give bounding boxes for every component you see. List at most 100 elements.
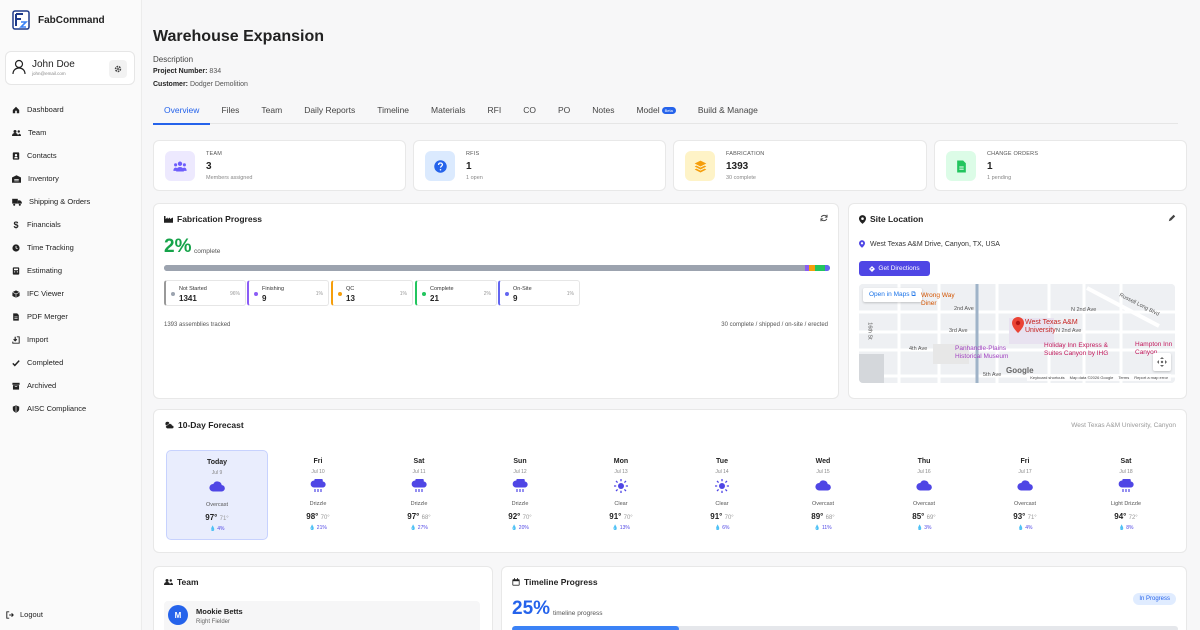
day-date: Jul 16 bbox=[917, 469, 931, 475]
stat-card-team[interactable]: TEAM 3 Members assigned bbox=[153, 140, 406, 191]
sidebar-item-time-tracking[interactable]: Time Tracking bbox=[0, 236, 142, 259]
map-pin-icon bbox=[859, 240, 865, 248]
temp-low: 70° bbox=[623, 515, 633, 521]
precip-value: 4% bbox=[217, 526, 225, 532]
day-precip: 💧 6% bbox=[714, 525, 730, 531]
sidebar-item-inventory[interactable]: Inventory bbox=[0, 167, 142, 190]
completion-summary: 30 complete / shipped / on-site / erecte… bbox=[721, 322, 828, 328]
forecast-day[interactable]: Mon Jul 13 Clear 91° 70° 💧 13% bbox=[570, 450, 672, 540]
sidebar-item-financials[interactable]: $ Financials bbox=[0, 213, 142, 236]
attribution-terms[interactable]: Terms bbox=[1118, 375, 1129, 380]
avatar: M bbox=[168, 605, 188, 625]
forecast-day[interactable]: Today Jul 9 Overcast 97° 71° 💧 4% bbox=[166, 450, 268, 540]
sidebar-item-shipping-orders[interactable]: Shipping & Orders bbox=[0, 190, 142, 213]
user-name: John Doe bbox=[32, 59, 75, 70]
truck-icon bbox=[12, 198, 22, 206]
map-pin-icon bbox=[859, 214, 866, 224]
sidebar-item-archived[interactable]: Archived bbox=[0, 374, 142, 397]
map-street-label: N 2nd Ave bbox=[1071, 307, 1097, 313]
logout-button[interactable]: Logout bbox=[6, 610, 43, 619]
timeline-title-text: Timeline Progress bbox=[524, 577, 598, 587]
stat-card-fabrication[interactable]: FABRICATION 1393 30 complete bbox=[673, 140, 927, 191]
forecast-day[interactable]: Tue Jul 14 Clear 91° 70° 💧 6% bbox=[671, 450, 773, 540]
forecast-day[interactable]: Sat Jul 11 Drizzle 97° 68° 💧 27% bbox=[368, 450, 470, 540]
day-date: Jul 17 bbox=[1018, 469, 1032, 475]
cloud-icon bbox=[167, 480, 267, 492]
sidebar-item-contacts[interactable]: Contacts bbox=[0, 144, 142, 167]
sidebar-item-team[interactable]: Team bbox=[0, 121, 142, 144]
sidebar-item-estimating[interactable]: Estimating bbox=[0, 259, 142, 282]
timeline-percent-label: timeline progress bbox=[553, 610, 603, 617]
day-name: Sat bbox=[1120, 458, 1132, 465]
stat-card-change-orders[interactable]: CHANGE ORDERS 1 1 pending bbox=[934, 140, 1187, 191]
gear-icon bbox=[114, 65, 122, 73]
tab-timeline[interactable]: Timeline bbox=[366, 98, 420, 124]
precip-value: 20% bbox=[518, 525, 529, 531]
sidebar-item-dashboard[interactable]: Dashboard bbox=[0, 98, 142, 121]
forecast-day[interactable]: Wed Jul 15 Overcast 89° 68° 💧 11% bbox=[772, 450, 874, 540]
attribution-shortcuts[interactable]: Keyboard shortcuts bbox=[1030, 375, 1064, 380]
sidebar-item-label: Estimating bbox=[27, 266, 63, 275]
tab-materials[interactable]: Materials bbox=[420, 98, 476, 124]
sun-icon bbox=[671, 479, 773, 493]
user-card[interactable]: John Doe john@email.com bbox=[5, 51, 135, 85]
site-map[interactable]: Open in Maps ⧉ West Texas A&M University… bbox=[859, 284, 1175, 383]
tab-overview[interactable]: Overview bbox=[153, 98, 211, 125]
day-precip: 💧 8% bbox=[1118, 525, 1134, 531]
progress-segment bbox=[825, 265, 830, 271]
map-street-label: 4th Ave bbox=[909, 346, 928, 352]
stage-complete: Complete 21 2% bbox=[415, 280, 497, 306]
team-member-row[interactable]: M Mookie Betts Right Fielder bbox=[164, 601, 480, 630]
edit-icon[interactable] bbox=[1168, 214, 1176, 222]
stat-label: TEAM bbox=[206, 151, 223, 157]
users-icon bbox=[173, 161, 187, 171]
forecast-day[interactable]: Thu Jul 16 Overcast 85° 69° 💧 3% bbox=[873, 450, 975, 540]
day-temps: 92° 70° bbox=[469, 512, 571, 521]
get-directions-button[interactable]: Get Directions bbox=[859, 261, 930, 276]
main-content: Warehouse Expansion Description Project … bbox=[143, 0, 1200, 630]
sidebar-item-completed[interactable]: Completed bbox=[0, 351, 142, 374]
attribution-report[interactable]: Report a map error bbox=[1134, 375, 1168, 380]
forecast-title-text: 10-Day Forecast bbox=[178, 420, 244, 430]
tab-team[interactable]: Team bbox=[250, 98, 293, 124]
sidebar-item-label: Shipping & Orders bbox=[29, 197, 91, 206]
app-logo[interactable]: FabCommand bbox=[12, 10, 105, 30]
stat-card-rfis[interactable]: RFIS 1 1 open bbox=[413, 140, 666, 191]
forecast-day[interactable]: Fri Jul 17 Overcast 93° 71° 💧 4% bbox=[974, 450, 1076, 540]
day-name: Today bbox=[206, 459, 228, 466]
forecast-location: West Texas A&M University, Canyon bbox=[1071, 422, 1176, 429]
sidebar-item-aisc-compliance[interactable]: AISC Compliance bbox=[0, 397, 142, 420]
day-precip: 💧 4% bbox=[1017, 525, 1033, 531]
open-in-maps-link[interactable]: Open in Maps ⧉ bbox=[863, 288, 922, 302]
stage-value: 9 bbox=[262, 294, 267, 303]
settings-button[interactable] bbox=[109, 60, 127, 78]
precip-value: 8% bbox=[1126, 525, 1134, 531]
sidebar-item-import[interactable]: Import bbox=[0, 328, 142, 351]
day-temps: 98° 70° bbox=[267, 512, 369, 521]
map-zoom-control[interactable] bbox=[1153, 353, 1171, 371]
tab-co[interactable]: CO bbox=[512, 98, 547, 124]
refresh-icon[interactable] bbox=[820, 214, 828, 222]
temp-low: 71° bbox=[1027, 515, 1037, 521]
assemblies-tracked: 1393 assemblies tracked bbox=[164, 322, 231, 328]
stage-label: Finishing bbox=[262, 286, 285, 292]
tab-files[interactable]: Files bbox=[210, 98, 250, 124]
sidebar-item-ifc-viewer[interactable]: IFC Viewer bbox=[0, 282, 142, 305]
forecast-day[interactable]: Sat Jul 18 Light Drizzle 94° 72° 💧 8% bbox=[1075, 450, 1177, 540]
tab-rfi[interactable]: RFI bbox=[477, 98, 513, 124]
day-date: Jul 13 bbox=[614, 469, 628, 475]
stat-label: FABRICATION bbox=[726, 151, 765, 157]
tab-notes[interactable]: Notes bbox=[581, 98, 625, 124]
sidebar-item-pdf-merger[interactable]: PDF Merger bbox=[0, 305, 142, 328]
day-name: Tue bbox=[716, 458, 728, 465]
forecast-day[interactable]: Fri Jul 10 Drizzle 98° 70° 💧 21% bbox=[267, 450, 369, 540]
stage-percent: 96% bbox=[229, 291, 240, 297]
project-number: Project Number: 834 bbox=[153, 68, 221, 75]
forecast-day[interactable]: Sun Jul 12 Drizzle 92° 70° 💧 20% bbox=[469, 450, 571, 540]
tab-daily-reports[interactable]: Daily Reports bbox=[293, 98, 366, 124]
stage-value: 21 bbox=[430, 294, 439, 303]
sidebar-item-label: Completed bbox=[27, 358, 64, 367]
tab-po[interactable]: PO bbox=[547, 98, 581, 124]
tab-build-manage[interactable]: Build & Manage bbox=[687, 98, 769, 124]
tab-model[interactable]: Model Beta bbox=[625, 98, 686, 124]
